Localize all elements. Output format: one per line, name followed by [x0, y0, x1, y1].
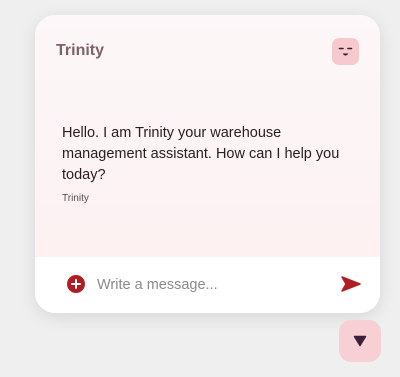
plus-circle-icon[interactable] [67, 275, 85, 293]
chat-body: Trinity Hello. I am Trinity your warehou… [35, 15, 380, 257]
smiling-face-icon [332, 38, 359, 65]
assistant-message: Hello. I am Trinity your warehouse manag… [62, 125, 340, 183]
message-author: Trinity [62, 193, 89, 204]
chat-window: Trinity Hello. I am Trinity your warehou… [35, 15, 380, 313]
chat-title: Trinity [56, 42, 105, 59]
send-icon[interactable] [341, 276, 361, 292]
chat-toggle-button[interactable] [339, 320, 381, 362]
message-input[interactable] [97, 274, 327, 296]
caret-down-icon [353, 335, 367, 347]
message-composer [35, 257, 380, 313]
